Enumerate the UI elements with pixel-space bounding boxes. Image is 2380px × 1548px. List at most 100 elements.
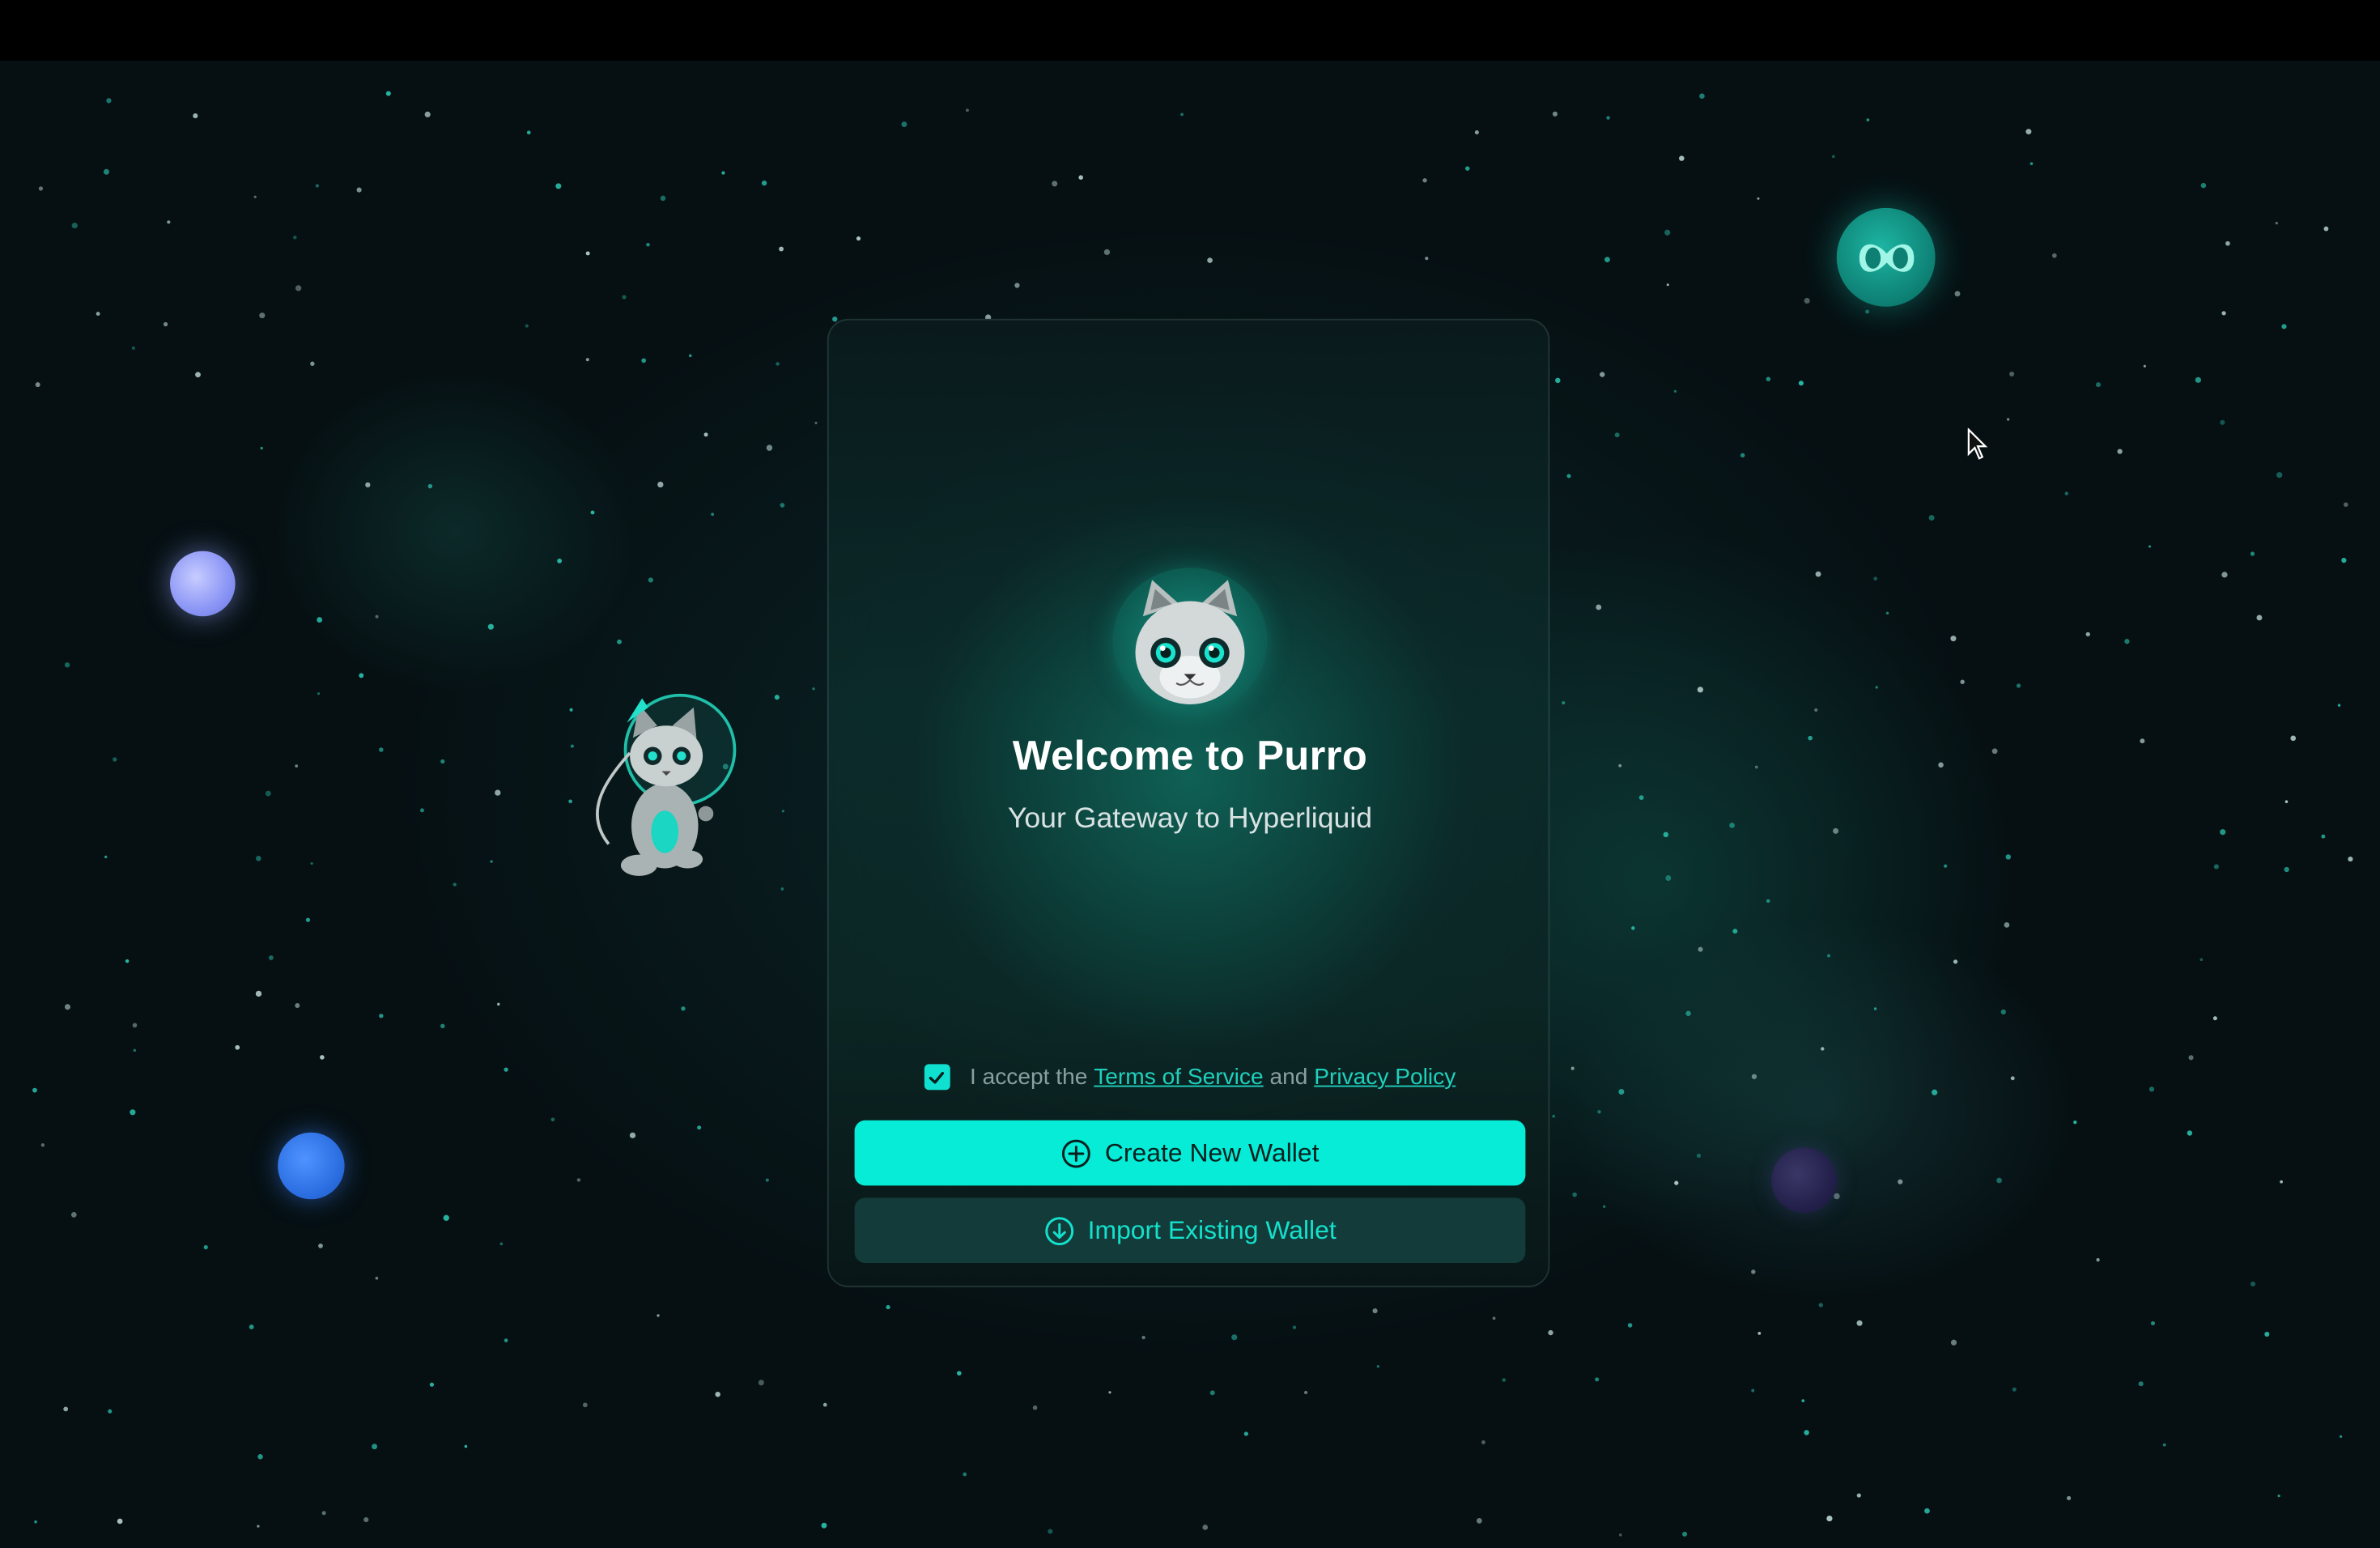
star-dot bbox=[265, 790, 271, 797]
star-dot bbox=[1821, 1047, 1825, 1051]
privacy-policy-link[interactable]: Privacy Policy bbox=[1314, 1064, 1456, 1090]
terms-conjunction-text: and bbox=[1263, 1064, 1315, 1091]
star-dot bbox=[321, 1511, 326, 1516]
star-dot bbox=[2275, 222, 2278, 225]
welcome-subtitle: Your Gateway to Hyperliquid bbox=[1007, 802, 1373, 836]
star-dot bbox=[310, 861, 313, 865]
star-dot bbox=[963, 1472, 967, 1477]
window-top-bar bbox=[0, 0, 2380, 61]
lavender-planet bbox=[170, 551, 236, 617]
star-dot bbox=[2073, 1121, 2077, 1125]
star-dot bbox=[372, 1444, 377, 1450]
star-dot bbox=[648, 577, 653, 583]
star-dot bbox=[585, 251, 590, 256]
star-dot bbox=[1832, 155, 1835, 159]
star-dot bbox=[1674, 1180, 1679, 1185]
star-dot bbox=[1766, 376, 1771, 381]
purro-cat-logo-icon bbox=[1112, 568, 1268, 714]
star-dot bbox=[1991, 748, 1998, 755]
star-dot bbox=[1474, 130, 1479, 135]
star-dot bbox=[260, 446, 263, 450]
star-dot bbox=[490, 860, 493, 863]
star-dot bbox=[629, 1132, 636, 1138]
star-dot bbox=[1856, 1493, 1861, 1498]
star-dot bbox=[1614, 432, 1620, 438]
star-dot bbox=[2009, 371, 2015, 377]
star-dot bbox=[2140, 738, 2145, 744]
star-dot bbox=[688, 354, 692, 358]
star-dot bbox=[1372, 1308, 1378, 1314]
welcome-title: Welcome to Purro bbox=[1012, 733, 1368, 779]
star-dot bbox=[2264, 1331, 2270, 1337]
star-dot bbox=[1885, 611, 1889, 615]
blue-planet bbox=[278, 1132, 345, 1200]
star-dot bbox=[1751, 1074, 1757, 1079]
star-dot bbox=[2162, 1443, 2166, 1447]
star-dot bbox=[40, 1143, 45, 1147]
star-dot bbox=[2250, 1281, 2256, 1286]
star-dot bbox=[256, 856, 261, 861]
star-dot bbox=[1141, 1335, 1145, 1340]
star-dot bbox=[821, 1522, 827, 1529]
star-dot bbox=[1732, 929, 1738, 934]
star-dot bbox=[1477, 1518, 1482, 1524]
star-dot bbox=[1103, 249, 1111, 256]
create-wallet-button[interactable]: Create New Wallet bbox=[854, 1120, 1526, 1186]
star-dot bbox=[1032, 1405, 1038, 1410]
star-dot bbox=[365, 482, 371, 487]
star-dot bbox=[2321, 834, 2326, 839]
star-dot bbox=[1202, 1525, 1209, 1530]
star-dot bbox=[2148, 1087, 2155, 1092]
star-dot bbox=[32, 1087, 37, 1093]
star-dot bbox=[2344, 502, 2348, 508]
star-dot bbox=[1757, 197, 1760, 200]
terms-checkbox[interactable] bbox=[924, 1064, 950, 1091]
star-dot bbox=[385, 91, 391, 96]
star-dot bbox=[1597, 1109, 1601, 1114]
star-dot bbox=[440, 759, 445, 764]
star-dot bbox=[1808, 735, 1813, 741]
star-dot bbox=[2010, 1076, 2015, 1081]
star-dot bbox=[1682, 1531, 1688, 1537]
star-dot bbox=[317, 692, 321, 695]
star-dot bbox=[317, 617, 323, 623]
star-dot bbox=[1207, 257, 1213, 263]
star-dot bbox=[1814, 708, 1818, 712]
star-dot bbox=[499, 1242, 504, 1246]
star-dot bbox=[2064, 491, 2069, 495]
star-dot bbox=[2000, 1009, 2006, 1015]
star-dot bbox=[2276, 472, 2283, 478]
star-dot bbox=[1954, 291, 1961, 297]
star-dot bbox=[2284, 866, 2289, 873]
star-dot bbox=[427, 483, 433, 489]
star-dot bbox=[1865, 309, 1870, 314]
star-dot bbox=[646, 242, 650, 247]
star-dot bbox=[2337, 704, 2341, 707]
mouse-cursor-icon bbox=[1967, 427, 1988, 460]
star-dot bbox=[1209, 1390, 1215, 1396]
star-dot bbox=[550, 1117, 555, 1122]
star-dot bbox=[2096, 1257, 2100, 1262]
star-dot bbox=[1924, 1508, 1930, 1514]
star-dot bbox=[315, 184, 319, 188]
star-dot bbox=[1729, 823, 1735, 828]
star-dot bbox=[1866, 118, 1870, 121]
star-dot bbox=[2051, 253, 2057, 258]
import-wallet-button[interactable]: Import Existing Wallet bbox=[854, 1197, 1526, 1263]
star-dot bbox=[453, 882, 457, 887]
star-dot bbox=[1604, 257, 1610, 262]
star-dot bbox=[2281, 324, 2287, 330]
star-dot bbox=[2220, 829, 2226, 836]
star-dot bbox=[622, 295, 627, 300]
star-dot bbox=[440, 1023, 445, 1028]
dark-planet bbox=[1771, 1147, 1837, 1214]
star-dot bbox=[1766, 899, 1770, 904]
terms-of-service-link[interactable]: Terms of Service bbox=[1094, 1064, 1263, 1090]
star-dot bbox=[379, 1014, 384, 1019]
star-dot bbox=[1014, 283, 1020, 288]
star-dot bbox=[966, 108, 969, 113]
star-dot bbox=[557, 558, 563, 563]
star-dot bbox=[125, 959, 130, 963]
star-dot bbox=[1826, 1515, 1833, 1522]
star-dot bbox=[1665, 875, 1672, 881]
